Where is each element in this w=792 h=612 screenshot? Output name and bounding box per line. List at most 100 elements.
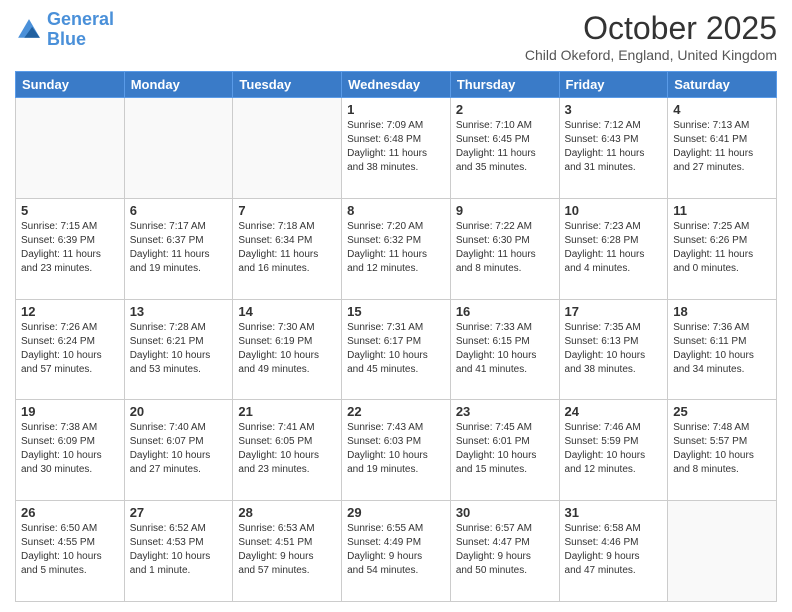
calendar-cell: 15 Sunrise: 7:31 AM Sunset: 6:17 PM Dayli… (342, 299, 451, 400)
day-info: Sunrise: 6:58 AM Sunset: 4:46 PM Dayligh… (565, 522, 663, 578)
day-number: 27 (130, 505, 228, 520)
calendar-cell (233, 98, 342, 199)
day-number: 6 (130, 203, 228, 218)
calendar-cell: 17 Sunrise: 7:35 AM Sunset: 6:13 PM Dayli… (559, 299, 668, 400)
day-header-friday: Friday (559, 72, 668, 98)
calendar-cell: 12 Sunrise: 7:26 AM Sunset: 6:24 PM Dayli… (16, 299, 125, 400)
day-number: 16 (456, 304, 554, 319)
day-number: 8 (347, 203, 445, 218)
day-number: 13 (130, 304, 228, 319)
day-info: Sunrise: 7:25 AM Sunset: 6:26 PM Dayligh… (673, 220, 771, 276)
calendar-cell: 20Sunrise: 7:40 AM Sunset: 6:07 PM Dayli… (124, 400, 233, 501)
day-number: 10 (565, 203, 663, 218)
location: Child Okeford, England, United Kingdom (525, 47, 777, 63)
day-number: 3 (565, 102, 663, 117)
day-number: 24 (565, 404, 663, 419)
calendar-cell: 14 Sunrise: 7:30 AM Sunset: 6:19 PM Dayli… (233, 299, 342, 400)
day-number: 31 (565, 505, 663, 520)
day-info: Sunrise: 6:50 AM Sunset: 4:55 PM Dayligh… (21, 522, 119, 578)
day-info: Sunrise: 7:20 AM Sunset: 6:32 PM Dayligh… (347, 220, 445, 276)
calendar-cell: 3 Sunrise: 7:12 AM Sunset: 6:43 PM Daylig… (559, 98, 668, 199)
day-number: 20 (130, 404, 228, 419)
calendar-cell: 22 Sunrise: 7:43 AM Sunset: 6:03 PM Dayli… (342, 400, 451, 501)
day-info: Sunrise: 7:38 AM Sunset: 6:09 PM Dayligh… (21, 421, 119, 477)
calendar-cell: 26 Sunrise: 6:50 AM Sunset: 4:55 PM Dayli… (16, 501, 125, 602)
calendar-cell: 23Sunrise: 7:45 AM Sunset: 6:01 PM Dayli… (450, 400, 559, 501)
calendar-cell: 11Sunrise: 7:25 AM Sunset: 6:26 PM Dayli… (668, 198, 777, 299)
day-info: Sunrise: 7:33 AM Sunset: 6:15 PM Dayligh… (456, 321, 554, 377)
day-number: 21 (238, 404, 336, 419)
day-number: 25 (673, 404, 771, 419)
day-info: Sunrise: 7:17 AM Sunset: 6:37 PM Dayligh… (130, 220, 228, 276)
calendar-cell: 5 Sunrise: 7:15 AM Sunset: 6:39 PM Daylig… (16, 198, 125, 299)
calendar-cell (16, 98, 125, 199)
calendar-cell: 25 Sunrise: 7:48 AM Sunset: 5:57 PM Dayli… (668, 400, 777, 501)
day-header-saturday: Saturday (668, 72, 777, 98)
day-info: Sunrise: 7:43 AM Sunset: 6:03 PM Dayligh… (347, 421, 445, 477)
week-row-0: 1 Sunrise: 7:09 AM Sunset: 6:48 PM Daylig… (16, 98, 777, 199)
day-number: 18 (673, 304, 771, 319)
header: General Blue October 2025 Child Okeford,… (15, 10, 777, 63)
month-title: October 2025 (525, 10, 777, 47)
day-number: 14 (238, 304, 336, 319)
day-info: Sunrise: 7:10 AM Sunset: 6:45 PM Dayligh… (456, 119, 554, 175)
calendar-cell: 19 Sunrise: 7:38 AM Sunset: 6:09 PM Dayli… (16, 400, 125, 501)
day-number: 5 (21, 203, 119, 218)
day-info: Sunrise: 7:15 AM Sunset: 6:39 PM Dayligh… (21, 220, 119, 276)
day-number: 19 (21, 404, 119, 419)
day-header-wednesday: Wednesday (342, 72, 451, 98)
page: General Blue October 2025 Child Okeford,… (0, 0, 792, 612)
day-info: Sunrise: 7:26 AM Sunset: 6:24 PM Dayligh… (21, 321, 119, 377)
day-info: Sunrise: 7:30 AM Sunset: 6:19 PM Dayligh… (238, 321, 336, 377)
day-info: Sunrise: 7:09 AM Sunset: 6:48 PM Dayligh… (347, 119, 445, 175)
calendar-cell (124, 98, 233, 199)
calendar-cell: 10 Sunrise: 7:23 AM Sunset: 6:28 PM Dayli… (559, 198, 668, 299)
calendar-cell: 21 Sunrise: 7:41 AM Sunset: 6:05 PM Dayli… (233, 400, 342, 501)
day-info: Sunrise: 7:46 AM Sunset: 5:59 PM Dayligh… (565, 421, 663, 477)
day-info: Sunrise: 7:23 AM Sunset: 6:28 PM Dayligh… (565, 220, 663, 276)
day-info: Sunrise: 6:57 AM Sunset: 4:47 PM Dayligh… (456, 522, 554, 578)
calendar-cell: 1 Sunrise: 7:09 AM Sunset: 6:48 PM Daylig… (342, 98, 451, 199)
day-header-monday: Monday (124, 72, 233, 98)
day-number: 1 (347, 102, 445, 117)
day-number: 22 (347, 404, 445, 419)
logo-blue: Blue (47, 29, 86, 49)
week-row-1: 5 Sunrise: 7:15 AM Sunset: 6:39 PM Daylig… (16, 198, 777, 299)
day-info: Sunrise: 7:28 AM Sunset: 6:21 PM Dayligh… (130, 321, 228, 377)
week-row-3: 19 Sunrise: 7:38 AM Sunset: 6:09 PM Dayli… (16, 400, 777, 501)
day-info: Sunrise: 7:12 AM Sunset: 6:43 PM Dayligh… (565, 119, 663, 175)
calendar-header-row: SundayMondayTuesdayWednesdayThursdayFrid… (16, 72, 777, 98)
day-info: Sunrise: 6:55 AM Sunset: 4:49 PM Dayligh… (347, 522, 445, 578)
day-number: 30 (456, 505, 554, 520)
calendar-table: SundayMondayTuesdayWednesdayThursdayFrid… (15, 71, 777, 602)
calendar-cell: 24 Sunrise: 7:46 AM Sunset: 5:59 PM Dayli… (559, 400, 668, 501)
calendar-cell: 9Sunrise: 7:22 AM Sunset: 6:30 PM Daylig… (450, 198, 559, 299)
day-info: Sunrise: 7:13 AM Sunset: 6:41 PM Dayligh… (673, 119, 771, 175)
calendar-cell: 8 Sunrise: 7:20 AM Sunset: 6:32 PM Daylig… (342, 198, 451, 299)
logo-general: General (47, 9, 114, 29)
calendar-cell: 30 Sunrise: 6:57 AM Sunset: 4:47 PM Dayli… (450, 501, 559, 602)
calendar-cell: 13 Sunrise: 7:28 AM Sunset: 6:21 PM Dayli… (124, 299, 233, 400)
week-row-4: 26 Sunrise: 6:50 AM Sunset: 4:55 PM Dayli… (16, 501, 777, 602)
day-number: 4 (673, 102, 771, 117)
title-area: October 2025 Child Okeford, England, Uni… (525, 10, 777, 63)
day-info: Sunrise: 7:48 AM Sunset: 5:57 PM Dayligh… (673, 421, 771, 477)
logo-icon (15, 16, 43, 44)
logo: General Blue (15, 10, 114, 50)
day-info: Sunrise: 7:41 AM Sunset: 6:05 PM Dayligh… (238, 421, 336, 477)
calendar-cell: 28Sunrise: 6:53 AM Sunset: 4:51 PM Dayli… (233, 501, 342, 602)
day-number: 17 (565, 304, 663, 319)
day-number: 26 (21, 505, 119, 520)
day-info: Sunrise: 6:52 AM Sunset: 4:53 PM Dayligh… (130, 522, 228, 578)
calendar-cell: 6 Sunrise: 7:17 AM Sunset: 6:37 PM Daylig… (124, 198, 233, 299)
day-header-thursday: Thursday (450, 72, 559, 98)
day-info: Sunrise: 7:35 AM Sunset: 6:13 PM Dayligh… (565, 321, 663, 377)
day-info: Sunrise: 7:31 AM Sunset: 6:17 PM Dayligh… (347, 321, 445, 377)
day-number: 15 (347, 304, 445, 319)
day-number: 12 (21, 304, 119, 319)
day-header-tuesday: Tuesday (233, 72, 342, 98)
day-number: 7 (238, 203, 336, 218)
calendar-cell: 27 Sunrise: 6:52 AM Sunset: 4:53 PM Dayli… (124, 501, 233, 602)
calendar-cell: 16 Sunrise: 7:33 AM Sunset: 6:15 PM Dayli… (450, 299, 559, 400)
calendar-cell: 7Sunrise: 7:18 AM Sunset: 6:34 PM Daylig… (233, 198, 342, 299)
